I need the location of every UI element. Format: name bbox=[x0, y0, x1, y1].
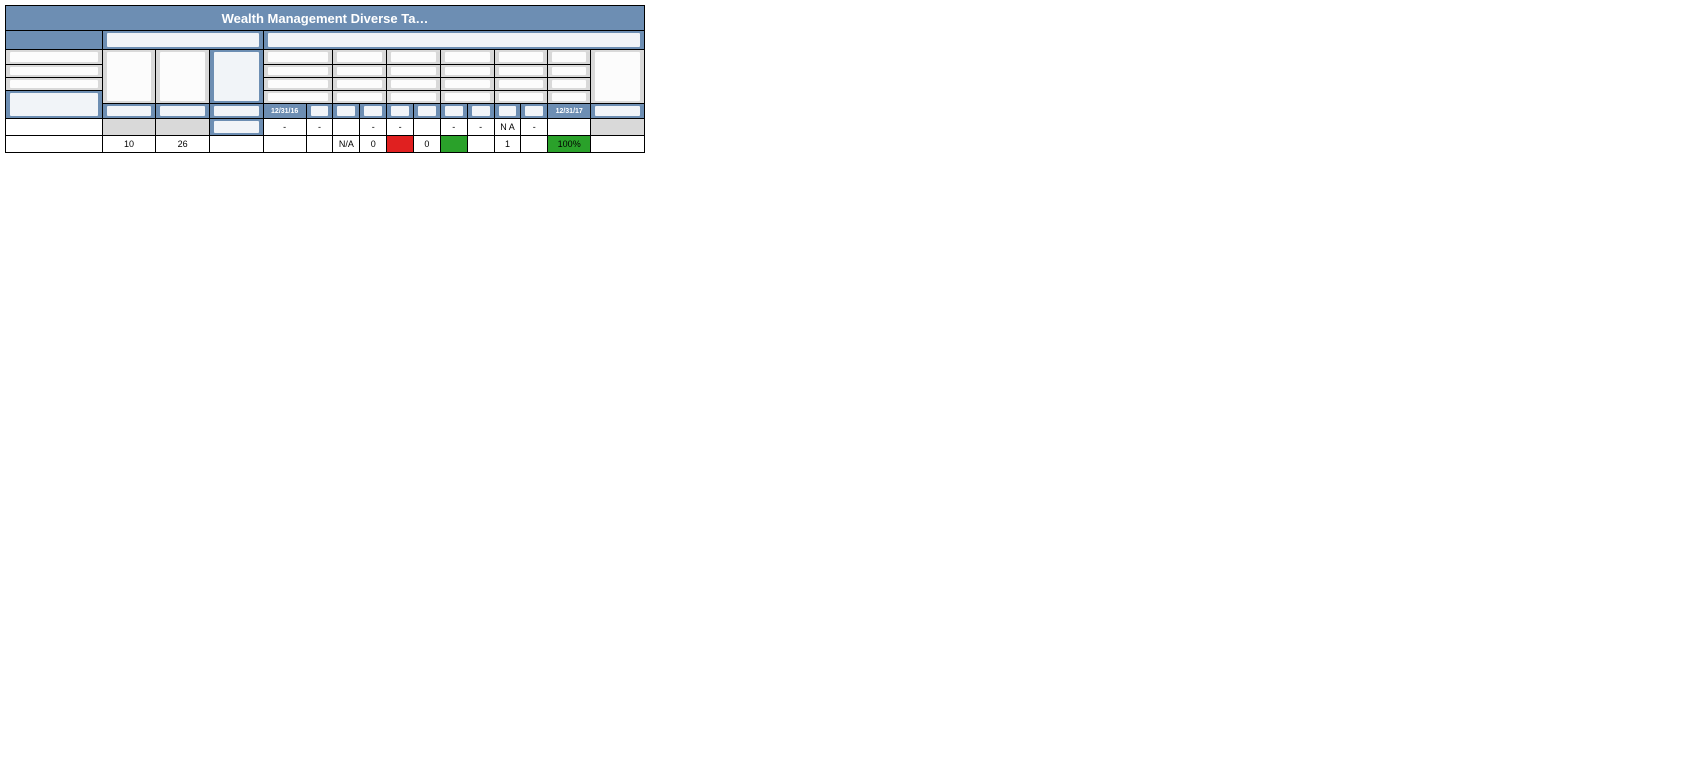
table-row: 10 26 N/A 0 0 1 100% bbox=[6, 136, 645, 153]
sub-1-5 bbox=[548, 78, 591, 91]
mini-mid-2 bbox=[156, 104, 210, 119]
row2-mid-2 bbox=[210, 136, 264, 153]
sub-0-0 bbox=[263, 65, 333, 78]
grp-hdr-4 bbox=[494, 50, 548, 65]
sub-2-0 bbox=[263, 91, 333, 104]
mini-mid-3 bbox=[210, 104, 264, 119]
title-cell: Wealth Management Diverse Ta… bbox=[6, 6, 645, 31]
row1-c2 bbox=[333, 119, 360, 136]
sub-0-5 bbox=[548, 65, 591, 78]
row2-c5: 0 bbox=[414, 136, 441, 153]
row1-c5 bbox=[414, 119, 441, 136]
mini-h-2 bbox=[333, 104, 360, 119]
mini-h-9 bbox=[521, 104, 548, 119]
section-header-left bbox=[102, 31, 263, 50]
sub-0-3 bbox=[440, 65, 494, 78]
grp-hdr-1 bbox=[333, 50, 387, 65]
blank-left-header bbox=[6, 31, 103, 50]
left-sub-a1 bbox=[6, 50, 103, 65]
row2-mid-0: 10 bbox=[102, 136, 156, 153]
row1-c8: N A bbox=[494, 119, 521, 136]
row2-name bbox=[6, 136, 103, 153]
row1-c11 bbox=[591, 119, 645, 136]
mini-h-4 bbox=[387, 104, 414, 119]
row1-c1: - bbox=[306, 119, 333, 136]
mid-col-3 bbox=[210, 50, 264, 104]
row2-c7 bbox=[467, 136, 494, 153]
date-right: 12/31/17 bbox=[548, 104, 591, 119]
row1-c7: - bbox=[467, 119, 494, 136]
left-sub-a2 bbox=[6, 65, 103, 78]
table-row: - - - - - - N A - bbox=[6, 119, 645, 136]
left-footer-label bbox=[6, 91, 103, 119]
sub-1-0 bbox=[263, 78, 333, 91]
title-text: Wealth Management Diverse Ta… bbox=[222, 11, 429, 26]
row2-c9 bbox=[521, 136, 548, 153]
sub-2-3 bbox=[440, 91, 494, 104]
sub-2-5 bbox=[548, 91, 591, 104]
sub-2-4 bbox=[494, 91, 548, 104]
mini-mid-1 bbox=[102, 104, 156, 119]
sub-1-3 bbox=[440, 78, 494, 91]
sub-2-2 bbox=[387, 91, 441, 104]
grp-hdr-6 bbox=[591, 50, 645, 104]
row2-c3: 0 bbox=[360, 136, 387, 153]
spreadsheet-fragment: Wealth Management Diverse Ta… bbox=[5, 5, 645, 153]
sub-0-2 bbox=[387, 65, 441, 78]
sub-0-4 bbox=[494, 65, 548, 78]
mid-col-2 bbox=[156, 50, 210, 104]
mini-h-6 bbox=[440, 104, 467, 119]
mini-h-8 bbox=[494, 104, 521, 119]
grp-hdr-3 bbox=[440, 50, 494, 65]
sub-0-1 bbox=[333, 65, 387, 78]
mini-h-7 bbox=[467, 104, 494, 119]
row2-c8: 1 bbox=[494, 136, 521, 153]
row2-c11 bbox=[591, 136, 645, 153]
date-left: 12/31/16 bbox=[263, 104, 306, 119]
sub-1-2 bbox=[387, 78, 441, 91]
grp-hdr-5 bbox=[548, 50, 591, 65]
row1-c0: - bbox=[263, 119, 306, 136]
row2-mid-1: 26 bbox=[156, 136, 210, 153]
sub-2-1 bbox=[333, 91, 387, 104]
sub-1-4 bbox=[494, 78, 548, 91]
data-table: Wealth Management Diverse Ta… bbox=[5, 5, 645, 153]
row2-c2: N/A bbox=[333, 136, 360, 153]
row1-name bbox=[6, 119, 103, 136]
row1-c9: - bbox=[521, 119, 548, 136]
sub-1-1 bbox=[333, 78, 387, 91]
row1-c4: - bbox=[387, 119, 414, 136]
row1-c3: - bbox=[360, 119, 387, 136]
mini-h-1 bbox=[306, 104, 333, 119]
row1-c6: - bbox=[440, 119, 467, 136]
grp-hdr-0 bbox=[263, 50, 333, 65]
row2-c4 bbox=[387, 136, 414, 153]
row2-c1 bbox=[306, 136, 333, 153]
mini-h-3 bbox=[360, 104, 387, 119]
row1-mid-2 bbox=[210, 119, 264, 136]
row1-mid-1 bbox=[156, 119, 210, 136]
grp-hdr-2 bbox=[387, 50, 441, 65]
row2-c10: 100% bbox=[548, 136, 591, 153]
row1-mid-0 bbox=[102, 119, 156, 136]
mini-h-end bbox=[591, 104, 645, 119]
left-sub-a3 bbox=[6, 78, 103, 91]
section-header-right bbox=[263, 31, 644, 50]
row2-c0 bbox=[263, 136, 306, 153]
row1-c10 bbox=[548, 119, 591, 136]
mid-col-1 bbox=[102, 50, 156, 104]
row2-c6 bbox=[440, 136, 467, 153]
mini-h-5 bbox=[414, 104, 441, 119]
